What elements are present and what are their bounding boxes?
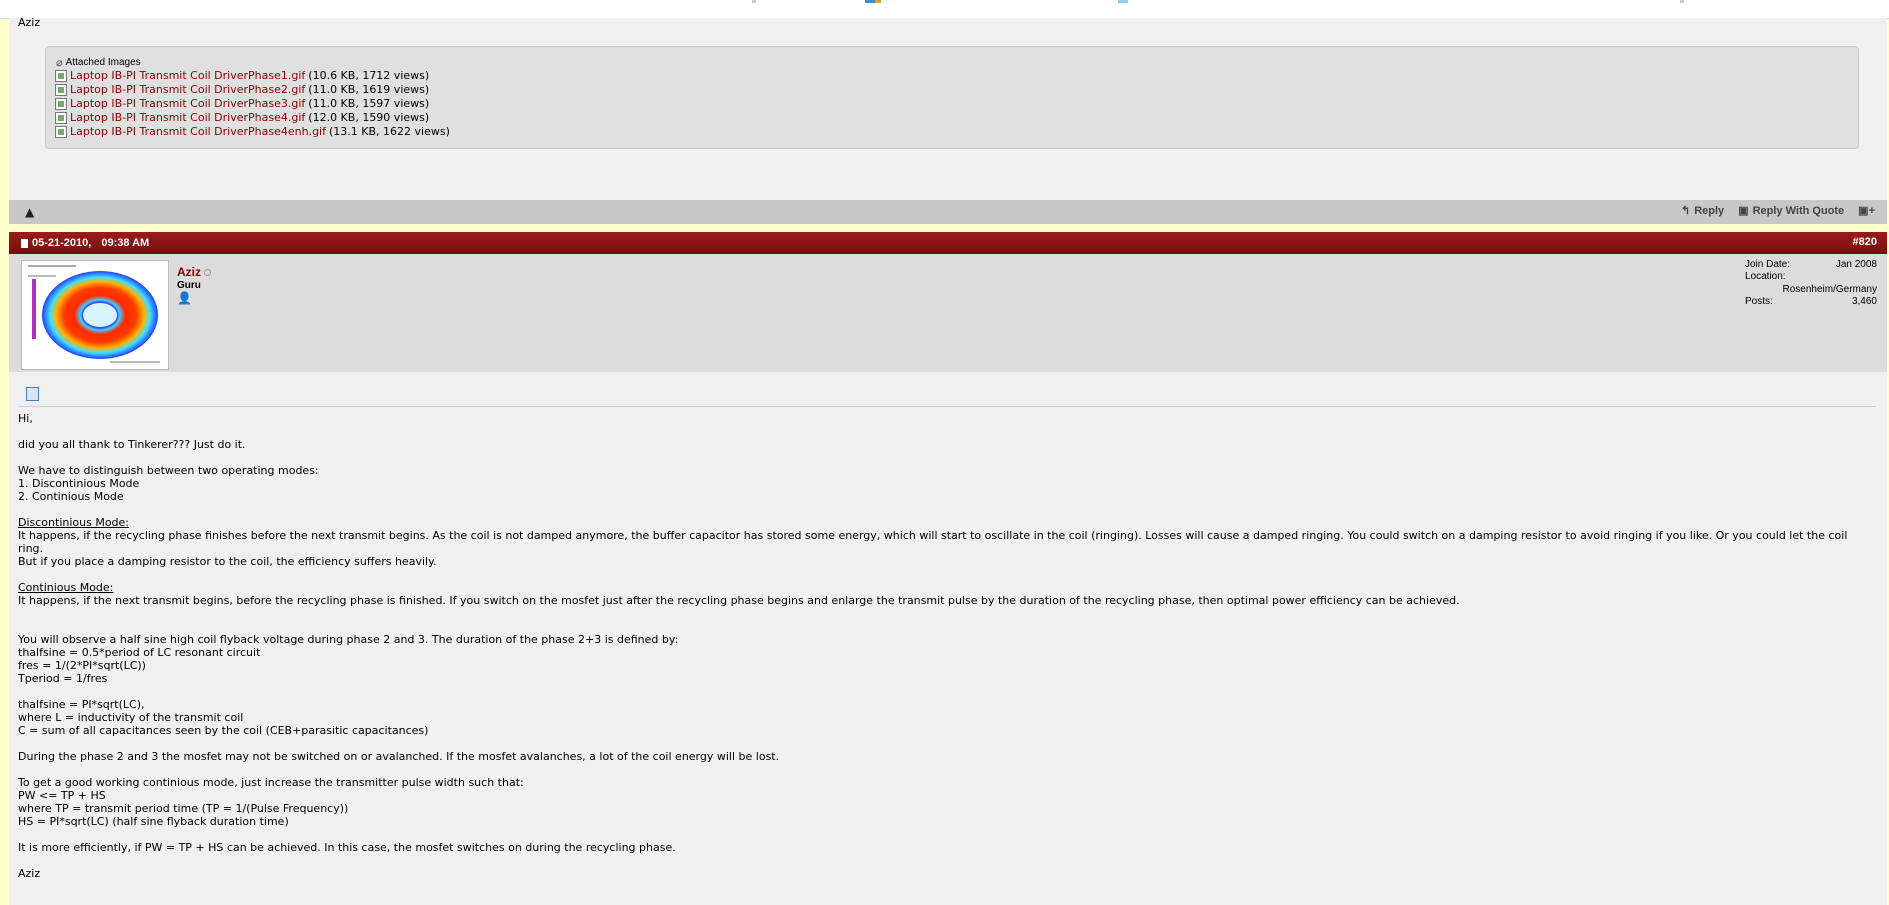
offline-status-icon (204, 269, 211, 276)
previous-post: Aziz ⌀ Attached Images Laptop IB-PI Tran… (9, 16, 1887, 200)
message-line: But if you place a damping resistor to t… (18, 555, 437, 568)
message-line: C = sum of all capacitances seen by the … (18, 724, 429, 737)
posts-row: Posts: 3,460 (1745, 296, 1877, 308)
message-paragraph: We have to distinguish between two opera… (18, 464, 1873, 503)
join-date-label: Join Date: (1745, 259, 1791, 270)
message-line: It happens, if the next transmit begins,… (18, 594, 1460, 607)
message-paragraph: thalfsine = PI*sqrt(LC), where L = induc… (18, 698, 1873, 737)
message-line: 1. Discontinious Mode (18, 477, 140, 490)
attached-images-header: ⌀ Attached Images (56, 56, 141, 69)
post-action-buttons: ↰ Reply ▣ Reply With Quote ▣+ (1681, 204, 1875, 218)
post-header: 05-21-2010, 09:38 AM #820 (9, 232, 1887, 254)
message-line: You will observe a half sine high coil f… (18, 633, 679, 646)
location-label: Location: (1745, 271, 1786, 282)
image-file-icon (55, 112, 67, 124)
attachment-meta: (11.0 KB, 1597 views) (308, 97, 430, 110)
attachment-list: Laptop IB-PI Transmit Coil DriverPhase1.… (55, 69, 450, 139)
post-date: 05-21-2010, 09:38 AM (21, 237, 149, 249)
message-line: To get a good working continious mode, j… (18, 776, 524, 789)
location-value: Rosenheim/Germany (1782, 284, 1877, 295)
message-line: It happens, if the recycling phase finis… (18, 529, 1848, 555)
report-post-icon[interactable]: ▲ (25, 205, 34, 219)
message-line: HS = PI*sqrt(LC) (half sine flyback dura… (18, 815, 289, 828)
location-row: Location: (1745, 271, 1877, 283)
message-line: did you all thank to Tinkerer??? Just do… (18, 438, 246, 451)
image-file-icon (55, 70, 67, 82)
location-value-row: Rosenheim/Germany (1745, 284, 1877, 296)
reply-arrow-icon: ↰ (1681, 205, 1691, 217)
multi-quote-button[interactable]: ▣+ (1858, 204, 1875, 217)
post-action-bar: ▲ ↰ Reply ▣ Reply With Quote ▣+ (9, 200, 1887, 224)
message-line: We have to distinguish between two opera… (18, 464, 319, 477)
multi-quote-icon: ▣+ (1858, 205, 1875, 217)
previous-post-signature: Aziz (18, 16, 41, 29)
reply-with-quote-label: Reply With Quote (1752, 204, 1845, 217)
message-paragraph: Continious Mode: It happens, if the next… (18, 581, 1873, 607)
user-avatar[interactable] (21, 260, 169, 370)
attachment-link[interactable]: Laptop IB-PI Transmit Coil DriverPhase4.… (70, 111, 305, 125)
reply-button[interactable]: ↰ Reply (1681, 204, 1725, 218)
post-number-link[interactable]: #820 (1853, 236, 1877, 248)
attachment-item: Laptop IB-PI Transmit Coil DriverPhase4e… (55, 125, 450, 139)
post-time-text: 09:38 AM (101, 237, 150, 249)
post-date-text: 05-21-2010, (32, 237, 92, 249)
continuous-mode-heading: Continious Mode: (18, 581, 114, 594)
attachment-meta: (12.0 KB, 1590 views) (308, 111, 430, 124)
attachment-link[interactable]: Laptop IB-PI Transmit Coil DriverPhase2.… (70, 83, 305, 97)
message-line: where TP = transmit period time (TP = 1/… (18, 802, 349, 815)
attachment-item: Laptop IB-PI Transmit Coil DriverPhase3.… (55, 97, 450, 111)
join-date-value: Jan 2008 (1835, 259, 1877, 270)
posts-value: 3,460 (1851, 296, 1877, 307)
attached-images-box: ⌀ Attached Images Laptop IB-PI Transmit … (45, 46, 1859, 149)
attachment-item: Laptop IB-PI Transmit Coil DriverPhase1.… (55, 69, 450, 83)
join-date-row: Join Date: Jan 2008 (1745, 259, 1877, 271)
attachment-meta: (13.1 KB, 1622 views) (329, 125, 450, 138)
message-line: During the phase 2 and 3 the mosfet may … (18, 750, 780, 763)
posts-label: Posts: (1745, 296, 1773, 307)
post-doc-icon (21, 238, 28, 248)
user-stats: Join Date: Jan 2008 Location: Rosenheim/G… (1745, 259, 1877, 308)
message-line: fres = 1/(2*PI*sqrt(LC)) (18, 659, 146, 672)
attachment-link[interactable]: Laptop IB-PI Transmit Coil DriverPhase4e… (70, 125, 326, 139)
attachment-item: Laptop IB-PI Transmit Coil DriverPhase4.… (55, 111, 450, 125)
quote-bubble-icon: ▣ (1738, 205, 1749, 217)
post-icon (26, 387, 39, 401)
message-line: 2. Continious Mode (18, 490, 124, 503)
post-body-divider (18, 406, 1876, 407)
message-paragraph: Discontinious Mode: It happens, if the r… (18, 516, 1873, 568)
message-line: PW <= TP + HS (18, 789, 106, 802)
user-rank-icon: 👤 (177, 291, 192, 305)
reply-label: Reply (1694, 204, 1725, 217)
image-file-icon (55, 126, 67, 138)
message-paragraph: To get a good working continious mode, j… (18, 776, 1873, 828)
avatar-heatmap-image (22, 261, 168, 369)
message-line: where L = inductivity of the transmit co… (18, 711, 244, 724)
attachment-meta: (11.0 KB, 1619 views) (308, 83, 430, 96)
paperclip-icon: ⌀ (56, 57, 63, 69)
discontinuous-mode-heading: Discontinious Mode: (18, 516, 130, 529)
reply-with-quote-button[interactable]: ▣ Reply With Quote (1738, 204, 1845, 218)
image-file-icon (55, 98, 67, 110)
thread-page: Aziz ⌀ Attached Images Laptop IB-PI Tran… (9, 0, 1887, 905)
message-line: thalfsine = 0.5*period of LC resonant ci… (18, 646, 261, 659)
attached-images-title: Attached Images (65, 57, 141, 68)
attachment-link[interactable]: Laptop IB-PI Transmit Coil DriverPhase3.… (70, 97, 305, 111)
post-user-info: Aziz Guru 👤 Join Date: Jan 2008 Location:… (9, 254, 1887, 372)
message-line: Tperiod = 1/fres (18, 672, 108, 685)
message-line: thalfsine = PI*sqrt(LC), (18, 698, 145, 711)
username-link[interactable]: Aziz (177, 265, 201, 279)
user-name-block: Aziz Guru 👤 (177, 265, 211, 305)
message-line: Hi, (18, 412, 33, 425)
message-paragraph: You will observe a half sine high coil f… (18, 633, 1873, 685)
post-body: Hi, did you all thank to Tinkerer??? Jus… (9, 372, 1887, 905)
attachment-meta: (10.6 KB, 1712 views) (308, 69, 430, 82)
attachment-link[interactable]: Laptop IB-PI Transmit Coil DriverPhase1.… (70, 69, 305, 83)
message-signature: Aziz (18, 867, 41, 880)
attachment-item: Laptop IB-PI Transmit Coil DriverPhase2.… (55, 83, 450, 97)
image-file-icon (55, 84, 67, 96)
post-message: Hi, did you all thank to Tinkerer??? Jus… (18, 412, 1873, 893)
message-line: It is more efficiently, if PW = TP + HS … (18, 841, 676, 854)
user-title: Guru (177, 280, 201, 291)
